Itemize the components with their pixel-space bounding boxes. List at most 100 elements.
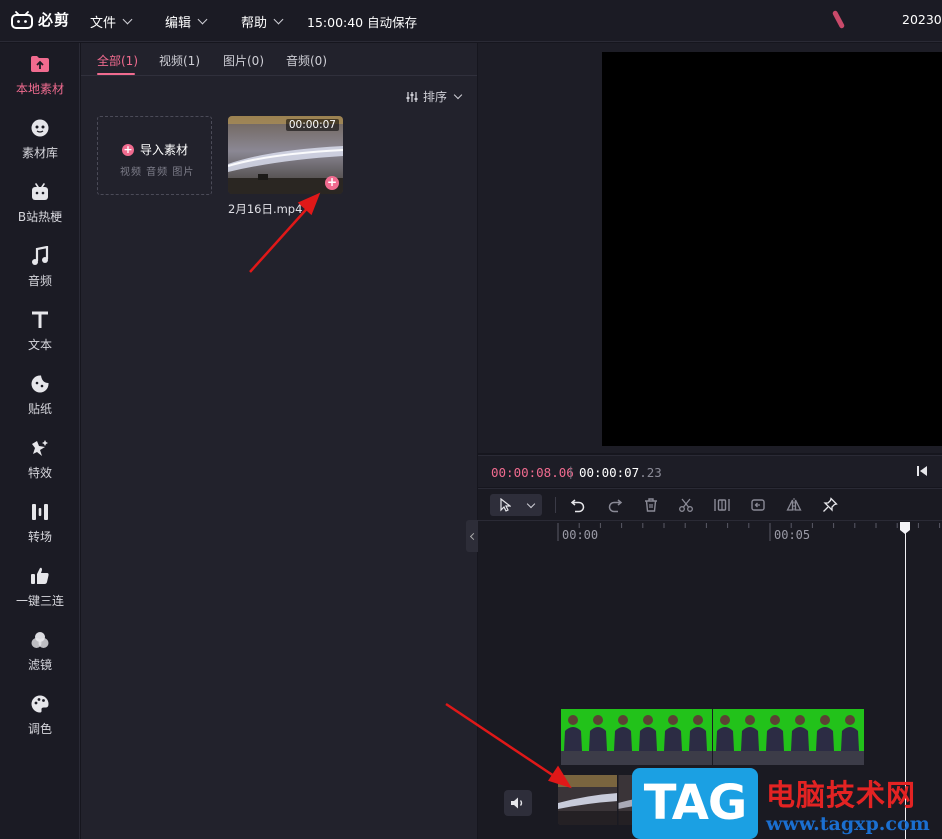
collapse-panel-button[interactable] — [466, 520, 478, 552]
redo-icon[interactable] — [606, 496, 624, 514]
watermark-logo: TAG — [632, 768, 758, 839]
pin-icon[interactable] — [821, 496, 839, 514]
tab-video[interactable]: 视频(1) — [159, 52, 200, 69]
sort-button[interactable]: 排序 — [406, 88, 463, 105]
sparkle-icon — [29, 437, 51, 459]
person-figure — [614, 715, 632, 751]
split-scissors-icon[interactable] — [677, 496, 695, 514]
sidebar-item-local-media[interactable]: 本地素材 — [0, 43, 80, 103]
ruler-label: 00:05 — [774, 528, 811, 542]
sidebar-item-color-grading[interactable]: 调色 — [0, 683, 80, 743]
cursor-arrow-icon — [499, 498, 511, 512]
sidebar-item-stickers[interactable]: 贴纸 — [0, 363, 80, 423]
menu-label: 帮助 — [241, 16, 268, 31]
timeline-toolbar — [478, 489, 942, 521]
menu-edit[interactable]: 编辑 — [165, 12, 208, 31]
sidebar-item-text[interactable]: 文本 — [0, 299, 80, 359]
music-note-icon — [29, 245, 51, 267]
person-figure — [639, 715, 657, 751]
chevron-down-icon — [453, 90, 463, 100]
green-screen-frames — [564, 715, 707, 751]
person-figure — [816, 715, 834, 751]
sidebar-item-label: 本地素材 — [15, 82, 64, 96]
tab-image[interactable]: 图片(0) — [223, 52, 264, 69]
media-item-thumbnail[interactable]: 00:00:07 + — [228, 116, 343, 194]
time-bar: 00:00:08.06 | 00:00:07.23 — [478, 455, 942, 487]
add-to-timeline-icon[interactable]: + — [325, 176, 339, 190]
active-tab-indicator — [97, 73, 135, 75]
thumbs-up-icon — [29, 565, 51, 587]
left-sidebar: 本地素材 素材库 B站热梗 音频 文本 贴纸 特效 转场 一键三连 滤镜 调色 — [0, 43, 80, 839]
sidebar-item-label: 音频 — [27, 274, 52, 288]
chevron-left-icon — [469, 532, 477, 540]
pointer-tool-select[interactable] — [490, 494, 542, 516]
sidebar-item-label: 转场 — [27, 530, 52, 544]
sticker-icon — [29, 373, 51, 395]
sidebar-item-label: B站热梗 — [17, 210, 63, 224]
total-time: 00:00:07.23 — [579, 465, 662, 480]
skip-to-end-icon[interactable] — [913, 464, 931, 478]
menu-label: 文件 — [90, 16, 117, 31]
person-figure — [564, 715, 582, 751]
import-media-button[interactable]: + 导入素材 视频 音频 图片 — [97, 116, 212, 195]
tab-audio[interactable]: 音频(0) — [286, 52, 327, 69]
menu-label: 编辑 — [165, 16, 192, 31]
filter-circles-icon — [29, 629, 51, 651]
sidebar-item-transitions[interactable]: 转场 — [0, 491, 80, 551]
top-bar: 必剪 文件 编辑 帮助 15:00:40 自动保存 202303 — [0, 0, 942, 42]
delete-icon[interactable] — [642, 496, 660, 514]
preview-screen[interactable] — [602, 52, 942, 446]
sidebar-item-label: 调色 — [27, 722, 52, 736]
sidebar-item-material-library[interactable]: 素材库 — [0, 107, 80, 167]
mute-track-button[interactable] — [504, 790, 532, 816]
reverse-icon[interactable] — [749, 496, 767, 514]
playhead-handle[interactable] — [899, 521, 911, 535]
watermark-site-name: 电脑技术网 — [766, 778, 917, 812]
sidebar-item-filters[interactable]: 滤镜 — [0, 619, 80, 679]
sliders-icon — [406, 91, 418, 102]
sidebar-item-label: 特效 — [27, 466, 52, 480]
record-mark-icon — [831, 9, 846, 30]
green-screen-clip[interactable] — [561, 709, 712, 765]
sidebar-item-triple-like[interactable]: 一键三连 — [0, 555, 80, 615]
media-item-name: 2月16日.mp4 — [228, 202, 303, 216]
ruler-ticks — [557, 523, 941, 541]
tab-all[interactable]: 全部(1) — [97, 52, 138, 69]
person-figure — [841, 715, 859, 751]
folder-upload-icon — [29, 53, 51, 75]
sidebar-item-audio[interactable]: 音频 — [0, 235, 80, 295]
time-separator: | — [567, 464, 575, 479]
sidebar-item-label: 贴纸 — [27, 402, 52, 416]
bilibili-tv-icon — [29, 181, 51, 203]
menu-file[interactable]: 文件 — [90, 12, 133, 31]
watermark-url: www.tagxp.com — [766, 813, 930, 835]
bilibili-tv-icon — [29, 117, 51, 139]
person-figure — [589, 715, 607, 751]
toolbar-divider — [555, 497, 556, 513]
plus-icon: + — [122, 142, 134, 156]
mirror-icon[interactable] — [785, 496, 803, 514]
bilibili-logo-icon — [11, 10, 33, 29]
media-tabs: 全部(1) 视频(1) 图片(0) 音频(0) — [81, 43, 477, 76]
date-text: 202303 — [902, 12, 942, 27]
import-types: 视频 音频 图片 — [120, 167, 195, 178]
green-screen-frames — [716, 715, 859, 751]
sidebar-item-effects[interactable]: 特效 — [0, 427, 80, 487]
menu-help[interactable]: 帮助 — [241, 12, 284, 31]
green-screen-clip[interactable] — [713, 709, 864, 765]
chevron-down-icon — [273, 14, 284, 25]
chevron-down-icon — [197, 14, 208, 25]
app-name: 必剪 — [38, 11, 71, 29]
undo-icon[interactable] — [569, 496, 587, 514]
ruler-label: 00:00 — [562, 528, 599, 542]
person-figure — [664, 715, 682, 751]
time-ruler[interactable]: 00:00 00:05 — [478, 521, 942, 545]
media-panel: 全部(1) 视频(1) 图片(0) 音频(0) 排序 + 导入素材 视频 音频 … — [81, 43, 477, 839]
person-figure — [741, 715, 759, 751]
freeze-frame-icon[interactable] — [713, 496, 731, 514]
watermark: TAG 电脑技术网 www.tagxp.com — [632, 768, 942, 839]
chevron-down-icon — [526, 499, 535, 508]
sidebar-item-bilibili-memes[interactable]: B站热梗 — [0, 171, 80, 231]
speaker-icon — [511, 797, 523, 809]
duration-badge: 00:00:07 — [285, 119, 339, 131]
